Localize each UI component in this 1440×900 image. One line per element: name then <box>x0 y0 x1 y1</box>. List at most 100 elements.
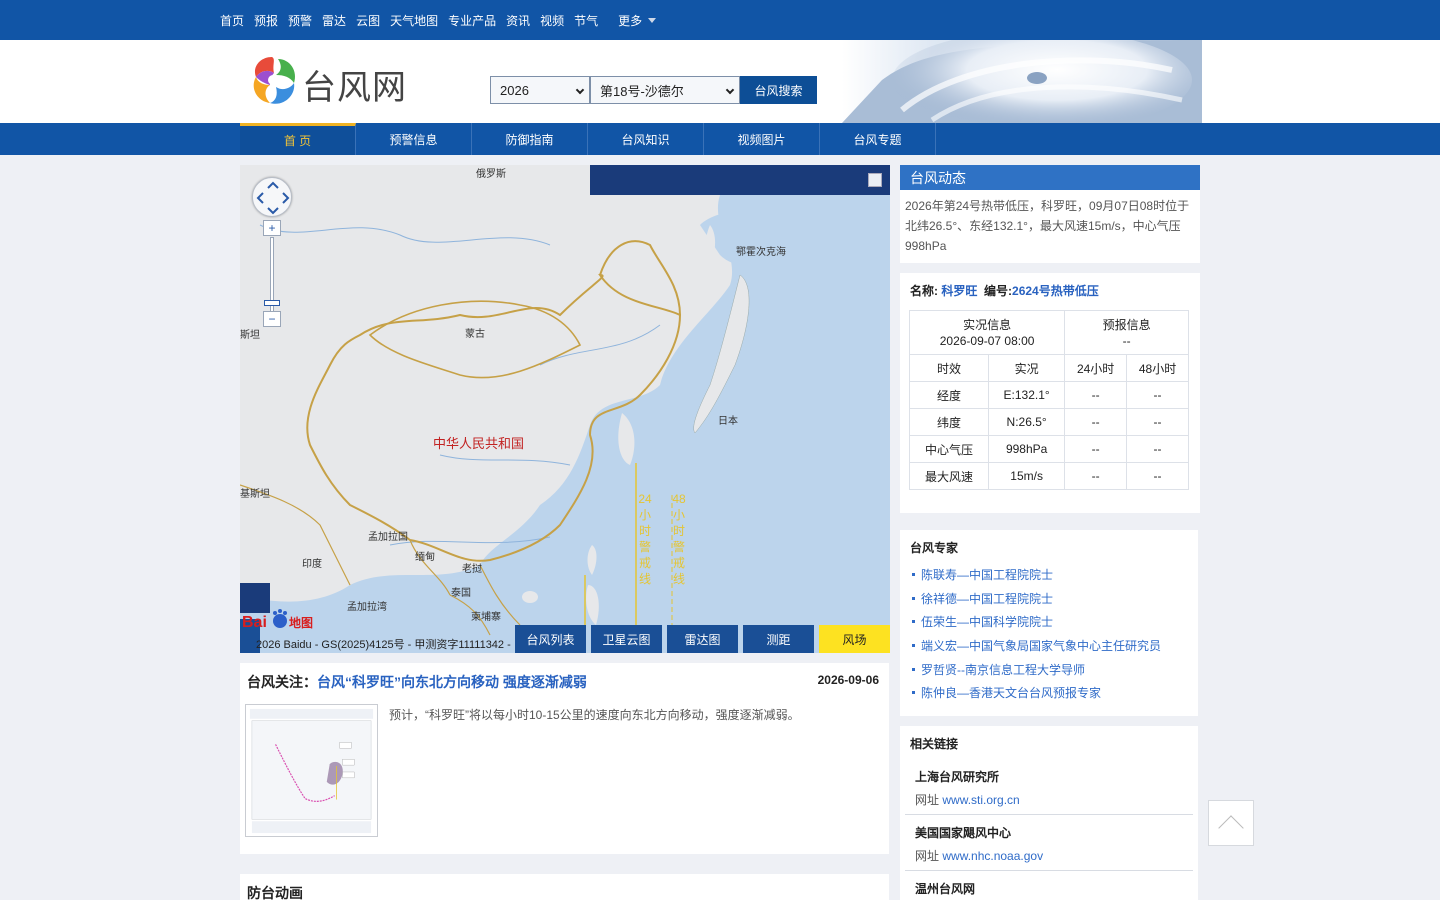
top-nav-products[interactable]: 专业产品 <box>448 12 496 29</box>
chevron-down-icon <box>725 85 735 95</box>
news-date: 2026-09-06 <box>817 673 879 687</box>
forecast-info-time: -- <box>1122 333 1131 348</box>
site-header: 台风网 2026 第18号-沙德尔 台风搜索 <box>0 40 1440 123</box>
expert-link: 陈联寿—中国工程院院士 <box>921 568 1054 583</box>
top-nav-weather-map[interactable]: 天气地图 <box>390 12 438 29</box>
map-base-layer <box>240 195 890 653</box>
table-cell: -- <box>1064 462 1128 490</box>
list-item: 上海台风研究所 网址 www.sti.org.cn <box>905 768 1193 815</box>
map-label-pakistan: 基斯坦 <box>240 489 270 500</box>
list-item: 温州台风网 <box>905 880 1193 900</box>
news-headline-link[interactable]: 台风“科罗旺”向东北方向移动 强度逐渐减弱 <box>317 674 587 690</box>
back-to-top-button[interactable] <box>1208 800 1254 846</box>
link-site-name: 上海台风研究所 <box>915 770 1000 784</box>
satellite-cloud-button[interactable]: 卫星云图 <box>591 625 662 653</box>
top-nav-video[interactable]: 视频 <box>540 12 564 29</box>
logo-text[interactable]: 台风网 <box>302 60 407 109</box>
typhoon-map[interactable]: 俄罗斯 鄂霍次克海 蒙古 中华人民共和国 日本 斯坦 基斯坦 孟加拉国 缅甸 印… <box>240 165 890 653</box>
table-cell: E:132.1° <box>988 381 1066 409</box>
expert-link: 端义宏—中国气象局国家气象中心主任研究员 <box>921 639 1162 654</box>
warning-line-48h-label: 48 小 时 警 戒 线 <box>672 491 686 587</box>
news-thumbnail[interactable] <box>245 704 378 837</box>
logo-icon[interactable] <box>242 51 302 111</box>
warning-line-48h-char: 线 <box>672 572 685 586</box>
tab-video-images[interactable]: 视频图片 <box>704 123 820 155</box>
main-nav-tabs: 首 页 预警信息 防御指南 台风知识 视频图片 台风专题 <box>240 123 936 155</box>
warning-line-48h-char: 时 <box>672 524 685 538</box>
map-label-kazakh: 斯坦 <box>240 330 260 341</box>
measure-distance-button[interactable]: 测距 <box>743 625 814 653</box>
top-nav-warning[interactable]: 预警 <box>288 12 312 29</box>
list-item[interactable]: 徐祥德—中国工程院院士 <box>912 587 1161 611</box>
col-header: 48小时 <box>1126 354 1189 382</box>
table-header-row: 时效 实况 24小时 48小时 <box>908 354 1189 382</box>
col-header: 实况 <box>988 354 1066 382</box>
chevron-down-icon <box>575 85 585 95</box>
typhoon-info-panel: 名称: 科罗旺 编号:2624号热带低压 实况信息 2026-09-07 08:… <box>900 273 1200 513</box>
top-nav-home[interactable]: 首页 <box>220 12 244 29</box>
bullet-icon <box>912 691 915 695</box>
map-label-laos: 老挝 <box>462 564 482 575</box>
link-site-name: 美国国家飓风中心 <box>915 826 1012 840</box>
list-item: 美国国家飓风中心 网址 www.nhc.noaa.gov <box>905 824 1193 871</box>
col-header: 时效 <box>908 354 990 382</box>
typhoon-list-button[interactable]: 台风列表 <box>515 625 586 653</box>
tab-home[interactable]: 首 页 <box>240 123 356 155</box>
top-nav-solar-terms[interactable]: 节气 <box>574 12 598 29</box>
chevron-up-icon <box>1218 815 1244 841</box>
forecast-info-header: 预报信息 -- <box>1064 310 1189 355</box>
links-title: 相关链接 <box>910 737 959 751</box>
related-links-panel: 相关链接 上海台风研究所 网址 www.sti.org.cn 美国国家飓风中心 … <box>900 726 1198 900</box>
zoom-slider-handle[interactable] <box>264 300 280 306</box>
typhoon-news-panel: 台风关注：台风“科罗旺”向东北方向移动 强度逐渐减弱 2026-09-06 预计… <box>240 663 889 854</box>
year-select[interactable]: 2026 <box>490 76 590 104</box>
bullet-icon <box>912 596 915 600</box>
top-nav-news[interactable]: 资讯 <box>506 12 530 29</box>
table-cell: -- <box>1064 381 1128 409</box>
bullet-icon <box>912 573 915 577</box>
tab-typhoon-knowledge[interactable]: 台风知识 <box>588 123 704 155</box>
table-cell: 纬度 <box>908 408 990 436</box>
table-row: 纬度 N:26.5° -- -- <box>908 408 1189 436</box>
list-item[interactable]: 陈仲良—香港天文台台风预报专家 <box>912 681 1161 705</box>
list-item[interactable]: 端义宏—中国气象局国家气象中心主任研究员 <box>912 634 1161 658</box>
col-header: 24小时 <box>1064 354 1128 382</box>
zoom-in-button[interactable]: + <box>263 220 281 236</box>
table-cell: 最大风速 <box>908 462 990 490</box>
top-nav-more[interactable]: 更多 <box>618 12 657 29</box>
map-label-mongolia: 蒙古 <box>465 329 485 340</box>
storm-select[interactable]: 第18号-沙德尔 <box>590 76 740 104</box>
typhoon-dynamics-text: 2026年第24号热带低压，科罗旺，09月07日08时位于北纬26.5°、东经1… <box>900 190 1200 263</box>
table-cell: -- <box>1126 462 1189 490</box>
top-nav-radar[interactable]: 雷达 <box>322 12 346 29</box>
list-item[interactable]: 陈联寿—中国工程院院士 <box>912 563 1161 587</box>
zoom-out-button[interactable]: − <box>263 311 281 327</box>
tab-warnings[interactable]: 预警信息 <box>356 123 472 155</box>
link-url[interactable]: www.sti.org.cn <box>942 793 1019 807</box>
typhoon-search-button[interactable]: 台风搜索 <box>740 76 817 104</box>
typhoon-dynamics-title: 台风动态 <box>900 165 1200 190</box>
typhoon-satellite-banner <box>842 40 1202 123</box>
map-label-thailand: 泰国 <box>451 588 471 599</box>
list-item[interactable]: 罗哲贤--南京信息工程大学导师 <box>912 657 1161 681</box>
tab-defense-guide[interactable]: 防御指南 <box>472 123 588 155</box>
animation-title: 防台动画 <box>247 885 303 900</box>
warning-line-48h-char: 警 <box>672 540 685 554</box>
link-url[interactable]: www.nhc.noaa.gov <box>942 849 1043 863</box>
actual-info-time: 2026-09-07 08:00 <box>939 333 1035 348</box>
table-row: 实况信息 2026-09-07 08:00 预报信息 -- <box>908 310 1189 355</box>
radar-button[interactable]: 雷达图 <box>667 625 738 653</box>
top-nav-forecast[interactable]: 预报 <box>254 12 278 29</box>
url-label: 网址 <box>915 793 940 807</box>
map-pan-control[interactable] <box>252 177 292 217</box>
warning-line-24h-char: 警 <box>638 540 651 554</box>
top-nav-cloud[interactable]: 云图 <box>356 12 380 29</box>
table-cell: 15m/s <box>988 462 1066 490</box>
map-label-cambodia: 柬埔寨 <box>471 612 501 623</box>
list-item[interactable]: 伍荣生—中国科学院院士 <box>912 610 1161 634</box>
wind-field-button[interactable]: 风场 <box>819 625 890 653</box>
experts-title: 台风专家 <box>910 541 959 555</box>
tab-typhoon-topics[interactable]: 台风专题 <box>820 123 936 155</box>
warning-line-48h-char: 48 <box>672 492 686 506</box>
table-row: 最大风速 15m/s -- -- <box>908 462 1189 490</box>
